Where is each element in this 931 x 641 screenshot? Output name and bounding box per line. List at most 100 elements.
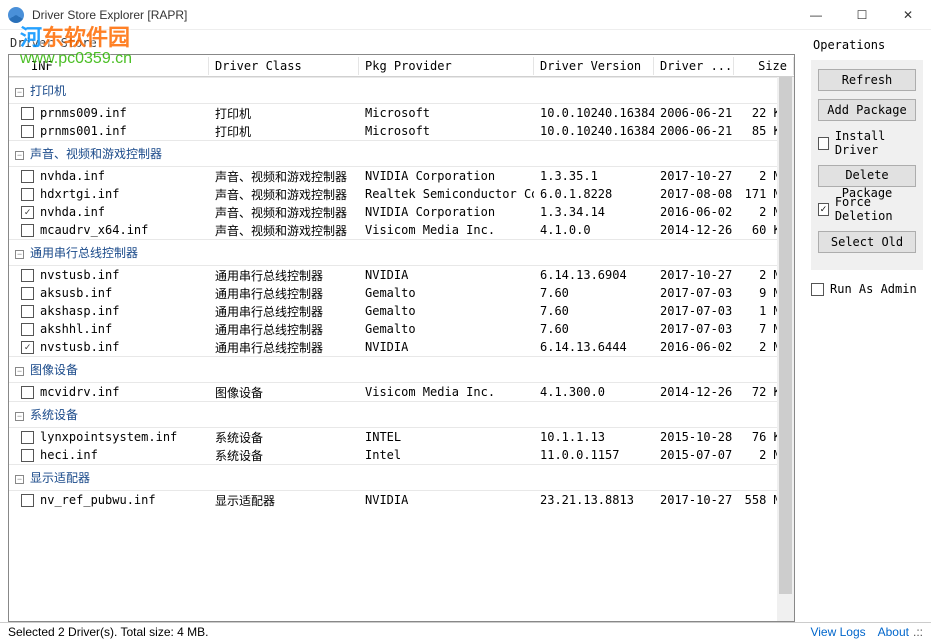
provider: INTEL — [359, 430, 534, 444]
col-version[interactable]: Driver Version — [534, 57, 654, 75]
add-package-button[interactable]: Add Package — [818, 99, 916, 121]
row-checkbox[interactable] — [21, 449, 34, 462]
table-row[interactable]: ✓nvhda.inf声音、视频和游戏控制器NVIDIA Corporation1… — [9, 203, 794, 221]
collapse-icon[interactable]: − — [15, 412, 24, 421]
collapse-icon[interactable]: − — [15, 88, 24, 97]
inf-name: nv_ref_pubwu.inf — [40, 493, 156, 507]
driver-class: 声音、视频和游戏控制器 — [209, 204, 359, 221]
row-checkbox[interactable] — [21, 305, 34, 318]
group-header[interactable]: −通用串行总线控制器 — [9, 239, 794, 266]
version: 6.14.13.6904 — [534, 268, 654, 282]
table-row[interactable]: aksusb.inf通用串行总线控制器Gemalto7.602017-07-03… — [9, 284, 794, 302]
table-row[interactable]: nvstusb.inf通用串行总线控制器NVIDIA6.14.13.690420… — [9, 266, 794, 284]
window-title: Driver Store Explorer [RAPR] — [32, 8, 793, 22]
date: 2014-12-26 — [654, 223, 734, 237]
date: 2015-07-07 — [654, 448, 734, 462]
version: 7.60 — [534, 304, 654, 318]
inf-name: nvstusb.inf — [40, 268, 119, 282]
operations-label: Operations — [813, 38, 923, 52]
driver-class: 声音、视频和游戏控制器 — [209, 168, 359, 185]
collapse-icon[interactable]: − — [15, 367, 24, 376]
table-row[interactable]: hdxrtgi.inf声音、视频和游戏控制器Realtek Semiconduc… — [9, 185, 794, 203]
driver-class: 显示适配器 — [209, 492, 359, 509]
about-link[interactable]: About — [878, 625, 909, 639]
resize-grip-icon[interactable]: .:: — [913, 625, 923, 639]
table-row[interactable]: ✓nvstusb.inf通用串行总线控制器NVIDIA6.14.13.64442… — [9, 338, 794, 356]
date: 2017-10-27 — [654, 268, 734, 282]
date: 2006-06-21 — [654, 106, 734, 120]
table-row[interactable]: akshasp.inf通用串行总线控制器Gemalto7.602017-07-0… — [9, 302, 794, 320]
table-row[interactable]: mcaudrv_x64.inf声音、视频和游戏控制器Visicom Media … — [9, 221, 794, 239]
row-checkbox[interactable] — [21, 323, 34, 336]
delete-package-button[interactable]: Delete Package — [818, 165, 916, 187]
table-row[interactable]: akshhl.inf通用串行总线控制器Gemalto7.602017-07-03… — [9, 320, 794, 338]
collapse-icon[interactable]: − — [15, 475, 24, 484]
select-old-button[interactable]: Select Old — [818, 231, 916, 253]
row-checkbox[interactable] — [21, 287, 34, 300]
group-header[interactable]: −声音、视频和游戏控制器 — [9, 140, 794, 167]
row-checkbox[interactable] — [21, 494, 34, 507]
run-as-admin-checkbox[interactable]: Run As Admin — [811, 282, 923, 296]
table-row[interactable]: nvhda.inf声音、视频和游戏控制器NVIDIA Corporation1.… — [9, 167, 794, 185]
group-header[interactable]: −打印机 — [9, 77, 794, 104]
driver-class: 通用串行总线控制器 — [209, 303, 359, 320]
row-checkbox[interactable] — [21, 170, 34, 183]
collapse-icon[interactable]: − — [15, 151, 24, 160]
row-checkbox[interactable] — [21, 224, 34, 237]
row-checkbox[interactable] — [21, 125, 34, 138]
scrollbar[interactable] — [777, 77, 794, 621]
col-class[interactable]: Driver Class — [209, 57, 359, 75]
group-header[interactable]: −系统设备 — [9, 401, 794, 428]
table-body[interactable]: −打印机prnms009.inf打印机Microsoft10.0.10240.1… — [9, 77, 794, 621]
provider: NVIDIA — [359, 493, 534, 507]
minimize-button[interactable]: — — [793, 0, 839, 30]
version: 10.0.10240.16384 — [534, 124, 654, 138]
date: 2017-10-27 — [654, 493, 734, 507]
table-header[interactable]: INF Driver Class Pkg Provider Driver Ver… — [9, 55, 794, 77]
row-checkbox[interactable]: ✓ — [21, 341, 34, 354]
col-inf[interactable]: INF — [9, 57, 209, 75]
collapse-icon[interactable]: − — [15, 250, 24, 259]
inf-name: prnms001.inf — [40, 124, 127, 138]
table-row[interactable]: lynxpointsystem.inf系统设备INTEL10.1.1.13201… — [9, 428, 794, 446]
group-header[interactable]: −显示适配器 — [9, 464, 794, 491]
date: 2006-06-21 — [654, 124, 734, 138]
table-row[interactable]: heci.inf系统设备Intel11.0.0.11572015-07-072 … — [9, 446, 794, 464]
install-driver-checkbox[interactable]: Install Driver — [818, 129, 916, 157]
row-checkbox[interactable] — [21, 431, 34, 444]
col-provider[interactable]: Pkg Provider — [359, 57, 534, 75]
row-checkbox[interactable] — [21, 386, 34, 399]
maximize-button[interactable]: ☐ — [839, 0, 885, 30]
inf-name: nvstusb.inf — [40, 340, 119, 354]
row-checkbox[interactable] — [21, 269, 34, 282]
refresh-button[interactable]: Refresh — [818, 69, 916, 91]
driver-class: 系统设备 — [209, 447, 359, 464]
view-logs-link[interactable]: View Logs — [810, 625, 865, 639]
provider: Intel — [359, 448, 534, 462]
version: 7.60 — [534, 322, 654, 336]
row-checkbox[interactable] — [21, 188, 34, 201]
driver-class: 通用串行总线控制器 — [209, 267, 359, 284]
table-row[interactable]: prnms009.inf打印机Microsoft10.0.10240.16384… — [9, 104, 794, 122]
close-button[interactable]: ✕ — [885, 0, 931, 30]
provider: Visicom Media Inc. — [359, 223, 534, 237]
row-checkbox[interactable]: ✓ — [21, 206, 34, 219]
col-size[interactable]: Size — [734, 57, 794, 75]
group-header[interactable]: −图像设备 — [9, 356, 794, 383]
version: 6.14.13.6444 — [534, 340, 654, 354]
date: 2017-07-03 — [654, 304, 734, 318]
force-deletion-checkbox[interactable]: ✓ Force Deletion — [818, 195, 916, 223]
table-row[interactable]: prnms001.inf打印机Microsoft10.0.10240.16384… — [9, 122, 794, 140]
table-row[interactable]: mcvidrv.inf图像设备Visicom Media Inc.4.1.300… — [9, 383, 794, 401]
inf-name: lynxpointsystem.inf — [40, 430, 177, 444]
col-date[interactable]: Driver ... — [654, 57, 734, 75]
provider: NVIDIA — [359, 340, 534, 354]
table-row[interactable]: nv_ref_pubwu.inf显示适配器NVIDIA23.21.13.8813… — [9, 491, 794, 509]
version: 4.1.0.0 — [534, 223, 654, 237]
inf-name: heci.inf — [40, 448, 98, 462]
row-checkbox[interactable] — [21, 107, 34, 120]
driver-class: 通用串行总线控制器 — [209, 321, 359, 338]
provider: Realtek Semiconductor Corp. — [359, 187, 534, 201]
date: 2017-08-08 — [654, 187, 734, 201]
date: 2014-12-26 — [654, 385, 734, 399]
